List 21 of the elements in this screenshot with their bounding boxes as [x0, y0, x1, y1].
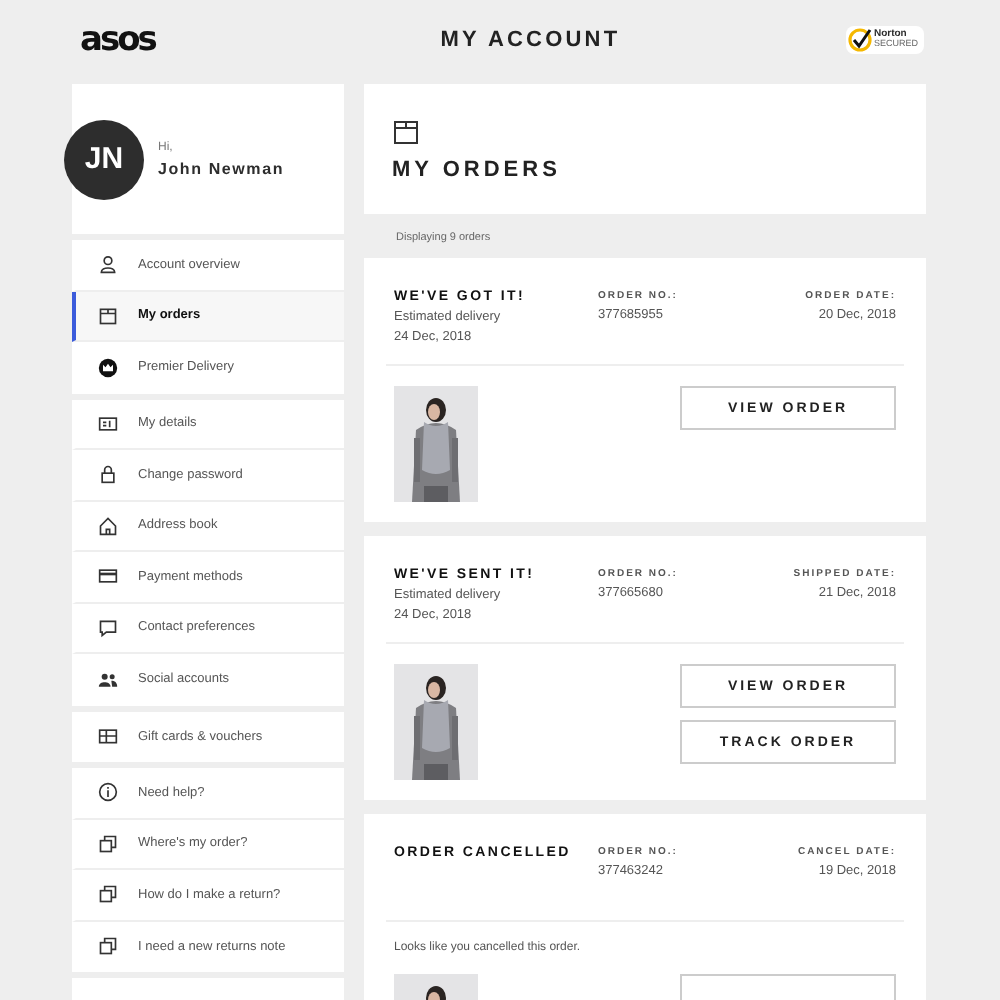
- logo[interactable]: asos: [80, 20, 155, 60]
- box-icon: [98, 305, 118, 326]
- home-icon: [98, 515, 118, 536]
- copy-icon: [98, 936, 118, 957]
- user-icon: [98, 254, 118, 275]
- card-icon: [98, 566, 118, 587]
- lock-icon: [98, 464, 118, 485]
- copy-icon: [98, 884, 118, 905]
- page-title: MY ACCOUNT: [440, 28, 621, 52]
- check-icon: [847, 28, 872, 52]
- copy-icon: [98, 833, 118, 854]
- id-icon: [98, 413, 118, 434]
- chat-icon: [98, 617, 118, 638]
- user-name: John Newman: [158, 159, 285, 177]
- gift-icon: [98, 726, 118, 747]
- avatar: JN: [64, 119, 144, 199]
- box-icon: [392, 117, 420, 145]
- section-title: MY ORDERS: [392, 157, 563, 181]
- crown-icon: [98, 357, 118, 378]
- info-icon: [98, 782, 118, 803]
- people-icon: [98, 669, 118, 690]
